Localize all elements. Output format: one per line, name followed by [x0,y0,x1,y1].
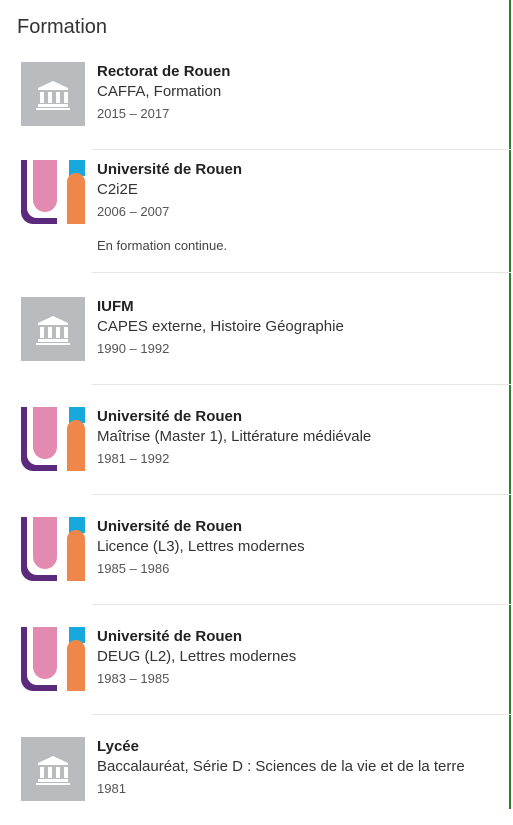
universite-rouen-logo[interactable] [21,627,85,691]
dates: 2006 – 2007 [97,204,170,219]
dates: 2015 – 2017 [97,106,170,121]
education-item[interactable]: Université de Rouen Licence (L3), Lettre… [0,495,511,605]
institution-building-icon[interactable] [21,62,85,126]
dates: 1981 [97,781,126,796]
school-name[interactable]: Université de Rouen [97,627,511,646]
school-name[interactable]: Université de Rouen [97,517,511,536]
education-section: Formation Rectorat de Rouen CAFFA, Forma… [0,0,511,809]
institution-building-icon[interactable] [21,297,85,361]
school-name[interactable]: IUFM [97,297,511,316]
institution-building-icon[interactable] [21,737,85,801]
dates: 1990 – 1992 [97,341,170,356]
education-item[interactable]: Université de Rouen DEUG (L2), Lettres m… [0,605,511,715]
dates: 1985 – 1986 [97,561,170,576]
education-item[interactable]: Université de Rouen Maîtrise (Master 1),… [0,385,511,495]
universite-rouen-logo[interactable] [21,407,85,471]
school-name[interactable]: Université de Rouen [97,407,511,426]
education-item[interactable]: Université de Rouen C2i2E 2006 – 2007 En… [0,150,511,273]
universite-rouen-logo[interactable] [21,160,85,224]
education-item[interactable]: Rectorat de Rouen CAFFA, Formation 2015 … [0,52,511,150]
degree: CAPES externe, Histoire Géographie [97,318,344,335]
school-name[interactable]: Université de Rouen [97,160,511,179]
dates: 1981 – 1992 [97,451,170,466]
education-list: Rectorat de Rouen CAFFA, Formation 2015 … [0,52,511,825]
education-item[interactable]: IUFM CAPES externe, Histoire Géographie … [0,273,511,385]
degree: C2i2E [97,181,138,198]
dates: 1983 – 1985 [97,671,170,686]
degree: Licence (L3), Lettres modernes [97,538,305,555]
description: En formation continue. [97,238,228,253]
section-title: Formation [17,16,108,38]
school-name[interactable]: Lycée [97,737,511,756]
degree: Baccalauréat, Série D : Sciences de la v… [97,758,465,775]
degree: Maîtrise (Master 1), Littérature médiéva… [97,428,372,445]
universite-rouen-logo[interactable] [21,517,85,581]
degree: CAFFA, Formation [97,83,222,100]
school-name[interactable]: Rectorat de Rouen [97,62,511,81]
degree: DEUG (L2), Lettres modernes [97,648,297,665]
